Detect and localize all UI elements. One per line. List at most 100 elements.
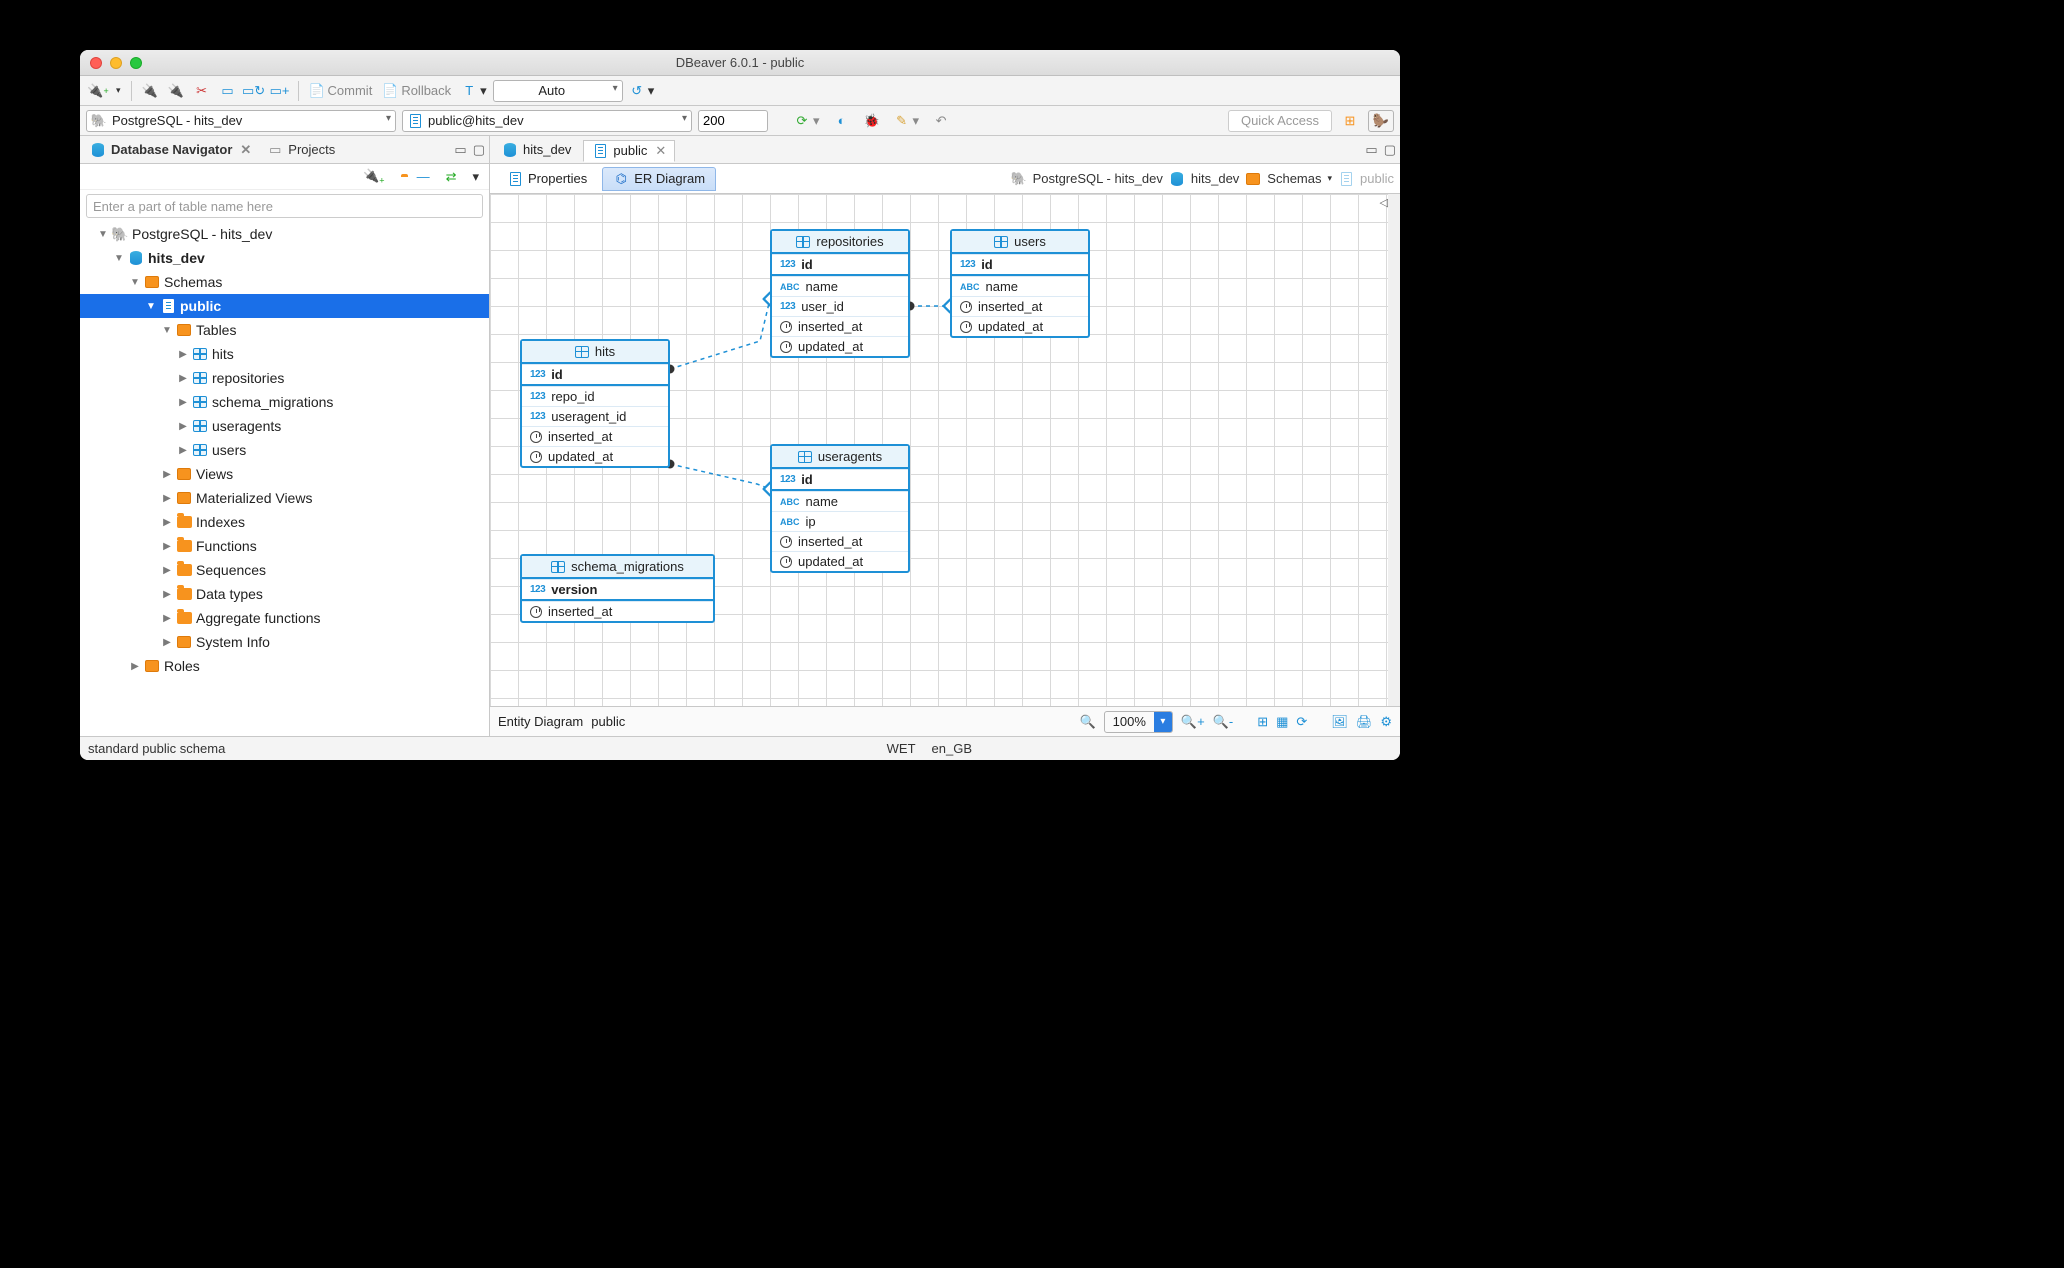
catalog-dropdown[interactable]: public@hits_dev xyxy=(402,110,692,132)
postgres-icon: 🐘 xyxy=(112,226,128,242)
rollback-button[interactable]: 📄Rollback xyxy=(378,81,455,101)
maximize-view-icon[interactable]: ▢ xyxy=(1384,142,1396,158)
breadcrumb-db[interactable]: hits_dev xyxy=(1191,171,1239,186)
tree-table-schema-migrations[interactable]: ▶schema_migrations xyxy=(80,390,489,414)
view-menu-button[interactable]: ▾ xyxy=(468,167,483,187)
tree-sequences-folder[interactable]: ▶Sequences xyxy=(80,558,489,582)
undo-button[interactable]: ↶ xyxy=(929,111,953,131)
sql-editor-recent-button[interactable]: ▭↻ xyxy=(242,81,266,101)
sql-editor-new-button[interactable]: ▭+ xyxy=(268,81,292,101)
maximize-view-icon[interactable]: ▢ xyxy=(473,142,485,158)
bug-button[interactable]: 🐞 xyxy=(860,111,884,131)
tree-connection[interactable]: ▼🐘PostgreSQL - hits_dev xyxy=(80,222,489,246)
tree-mviews-folder[interactable]: ▶Materialized Views xyxy=(80,486,489,510)
close-icon[interactable]: ✕ xyxy=(655,143,666,159)
numeric-type-icon: 123 xyxy=(960,259,975,270)
new-connection-button[interactable]: 🔌+ xyxy=(86,81,110,101)
minimize-view-icon[interactable]: ▭ xyxy=(1365,142,1377,158)
editor-tab-public[interactable]: public✕ xyxy=(583,140,675,162)
tree-sysinfo-folder[interactable]: ▶System Info xyxy=(80,630,489,654)
minimize-view-icon[interactable]: ▭ xyxy=(454,142,466,158)
tree-aggfns-folder[interactable]: ▶Aggregate functions xyxy=(80,606,489,630)
rollback-icon: 📄 xyxy=(382,83,398,99)
window-close-button[interactable] xyxy=(90,57,102,69)
tree-table-repositories[interactable]: ▶repositories xyxy=(80,366,489,390)
tree-datatypes-folder[interactable]: ▶Data types xyxy=(80,582,489,606)
datasource-dropdown[interactable]: 🐘 PostgreSQL - hits_dev xyxy=(86,110,396,132)
entity-schema-migrations[interactable]: schema_migrations 123version inserted_at xyxy=(520,554,715,623)
schemas-folder-icon xyxy=(144,274,160,290)
chevron-down-icon: ▾ xyxy=(472,169,479,185)
export-image-icon[interactable]: 🖼 xyxy=(1331,714,1348,730)
commit-button[interactable]: 📄Commit xyxy=(305,81,377,101)
disconnect-button[interactable]: ✂ xyxy=(190,81,214,101)
subtab-er-diagram[interactable]: ⌬ER Diagram xyxy=(602,167,716,191)
quick-access-input[interactable]: Quick Access xyxy=(1228,110,1332,132)
tree-table-users[interactable]: ▶users xyxy=(80,438,489,462)
tree-schema-public[interactable]: ▼public xyxy=(80,294,489,318)
commit-mode-label: Auto xyxy=(538,83,565,98)
editor-tab-hits-dev[interactable]: hits_dev xyxy=(494,140,579,160)
reconnect-button[interactable]: 🔌 xyxy=(164,81,188,101)
page-icon xyxy=(407,113,423,129)
subtab-properties[interactable]: Properties xyxy=(496,167,598,191)
connect-button[interactable]: 🔌 xyxy=(138,81,162,101)
breadcrumb-public[interactable]: public xyxy=(1360,171,1394,186)
tree-database[interactable]: ▼hits_dev xyxy=(80,246,489,270)
search-icon[interactable]: 🔍 xyxy=(1079,714,1095,730)
folder-icon xyxy=(176,610,192,626)
tree-views-folder[interactable]: ▶Views xyxy=(80,462,489,486)
zoom-dropdown[interactable]: 100%▾ xyxy=(1104,711,1173,733)
scroll-indicator[interactable]: ◁ xyxy=(1380,196,1388,209)
timestamp-type-icon xyxy=(960,301,972,313)
numeric-type-icon: 123 xyxy=(530,584,545,595)
entity-hits[interactable]: hits 123id 123repo_id 123useragent_id in… xyxy=(520,339,670,468)
table-icon xyxy=(796,236,810,248)
window-minimize-button[interactable] xyxy=(110,57,122,69)
tree-table-useragents[interactable]: ▶useragents xyxy=(80,414,489,438)
dbeaver-perspective-button[interactable]: 🦫 xyxy=(1368,110,1394,132)
db-stack-icon xyxy=(90,142,106,158)
entity-useragents[interactable]: useragents 123id ABCname ABCip inserted_… xyxy=(770,444,910,573)
new-connection-dropdown[interactable]: ▾ xyxy=(112,83,125,98)
tree-roles[interactable]: ▶Roles xyxy=(80,654,489,678)
brush-button[interactable]: ✎▾ xyxy=(890,111,924,131)
breadcrumb-connection[interactable]: PostgreSQL - hits_dev xyxy=(1033,171,1163,186)
tree-functions-folder[interactable]: ▶Functions xyxy=(80,534,489,558)
zoom-out-icon[interactable]: 🔍- xyxy=(1213,714,1234,730)
tab-projects[interactable]: ▭ Projects xyxy=(261,140,341,160)
stop-button[interactable]: ◐ xyxy=(830,111,854,131)
er-diagram-canvas[interactable]: hits 123id 123repo_id 123useragent_id in… xyxy=(490,194,1388,706)
history-button[interactable]: ↺▾ xyxy=(625,81,659,101)
new-folder-button[interactable] xyxy=(397,175,405,179)
tree-schemas[interactable]: ▼Schemas xyxy=(80,270,489,294)
link-editor-button[interactable]: ⇄ xyxy=(442,167,461,187)
tables-folder-icon xyxy=(176,322,192,338)
tree-table-hits[interactable]: ▶hits xyxy=(80,342,489,366)
window-zoom-button[interactable] xyxy=(130,57,142,69)
collapse-button[interactable]: — xyxy=(413,167,434,186)
entity-users[interactable]: users 123id ABCname inserted_at updated_… xyxy=(950,229,1090,338)
grid-icon[interactable]: ▦ xyxy=(1276,714,1288,730)
rows-limit-input[interactable] xyxy=(698,110,768,132)
commit-mode-dropdown[interactable]: Auto xyxy=(493,80,623,102)
settings-gear-icon[interactable]: ⚙ xyxy=(1380,714,1392,730)
refresh-button[interactable]: ⟳▾ xyxy=(790,111,824,131)
tree-filter-input[interactable]: Enter a part of table name here xyxy=(86,194,483,218)
tree-indexes-folder[interactable]: ▶Indexes xyxy=(80,510,489,534)
refresh-diagram-icon[interactable]: ⟳ xyxy=(1296,714,1307,730)
breadcrumb-schemas[interactable]: Schemas xyxy=(1267,171,1321,186)
zoom-in-icon[interactable]: 🔍+ xyxy=(1181,714,1205,730)
entity-repositories[interactable]: repositories 123id ABCname 123user_id in… xyxy=(770,229,910,358)
table-icon xyxy=(551,561,565,573)
sql-editor-button[interactable]: ▭ xyxy=(216,81,240,101)
layout-icon[interactable]: ⊞ xyxy=(1257,714,1268,730)
tab-database-navigator[interactable]: Database Navigator ✕ xyxy=(84,140,257,160)
editor-panel: hits_dev public✕ ▭ ▢ Properties ⌬ER Diag… xyxy=(490,136,1400,736)
perspective-button[interactable]: ⊞ xyxy=(1338,111,1362,131)
new-connection-mini-button[interactable]: 🔌+ xyxy=(359,166,388,188)
tree-tables-folder[interactable]: ▼Tables xyxy=(80,318,489,342)
close-icon[interactable]: ✕ xyxy=(240,142,251,158)
txn-mode-button[interactable]: T▾ xyxy=(457,81,491,101)
print-icon[interactable]: 🖨 xyxy=(1356,714,1373,730)
